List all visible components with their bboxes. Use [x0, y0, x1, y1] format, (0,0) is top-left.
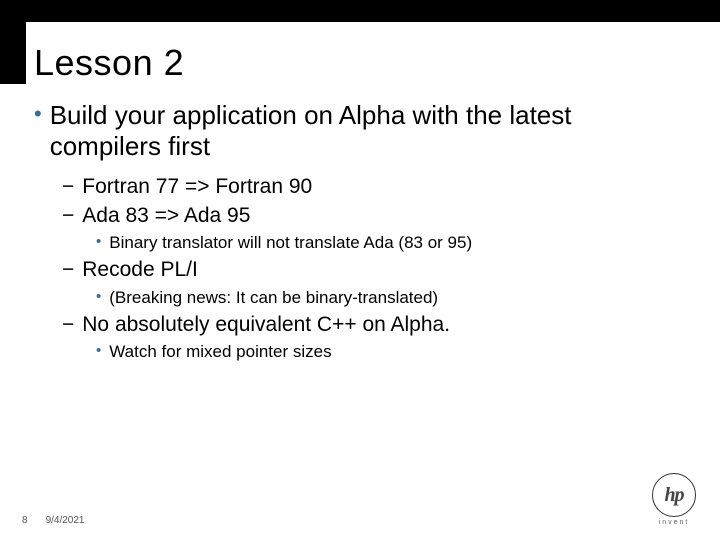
slide: Lesson 2 • Build your application on Alp…	[0, 0, 720, 540]
hp-logo: hp invent	[652, 473, 696, 526]
bullet-main: • Build your application on Alpha with t…	[34, 100, 680, 161]
sub-bullet: − Fortran 77 => Fortran 90	[62, 173, 680, 201]
note-text: Watch for mixed pointer sizes	[109, 339, 331, 365]
dash-icon: −	[62, 256, 74, 284]
note-text: Binary translator will not translate Ada…	[109, 230, 472, 256]
note-bullet: • (Breaking news: It can be binary-trans…	[96, 285, 680, 311]
note-bullet: • Watch for mixed pointer sizes	[96, 339, 680, 365]
sub-bullet-text: Ada 83 => Ada 95	[82, 202, 250, 230]
dash-icon: −	[62, 311, 74, 339]
note-bullet: • Binary translator will not translate A…	[96, 230, 680, 256]
dash-icon: −	[62, 173, 74, 201]
sub-bullet: − Recode PL/I	[62, 256, 680, 284]
dot-icon: •	[96, 339, 101, 365]
footer-date: 9/4/2021	[46, 515, 85, 526]
sub-bullet-text: Recode PL/I	[82, 256, 198, 284]
dash-icon: −	[62, 202, 74, 230]
slide-title: Lesson 2	[34, 42, 184, 84]
hp-logo-sub: invent	[659, 519, 690, 526]
dot-icon: •	[96, 285, 101, 311]
footer: 8 9/4/2021	[22, 515, 85, 526]
bullet-icon: •	[34, 100, 42, 129]
bullet-main-text: Build your application on Alpha with the…	[50, 100, 680, 161]
hp-logo-icon: hp	[652, 473, 696, 517]
sub-bullet: − Ada 83 => Ada 95	[62, 202, 680, 230]
page-number: 8	[22, 515, 28, 526]
sub-bullet-text: Fortran 77 => Fortran 90	[82, 173, 312, 201]
slide-content: • Build your application on Alpha with t…	[34, 100, 680, 366]
note-text: (Breaking news: It can be binary-transla…	[109, 285, 438, 311]
sub-bullet: − No absolutely equivalent C++ on Alpha.	[62, 311, 680, 339]
left-stripe	[0, 22, 26, 84]
top-stripe	[0, 0, 720, 22]
dot-icon: •	[96, 230, 101, 256]
sub-bullet-text: No absolutely equivalent C++ on Alpha.	[82, 311, 450, 339]
